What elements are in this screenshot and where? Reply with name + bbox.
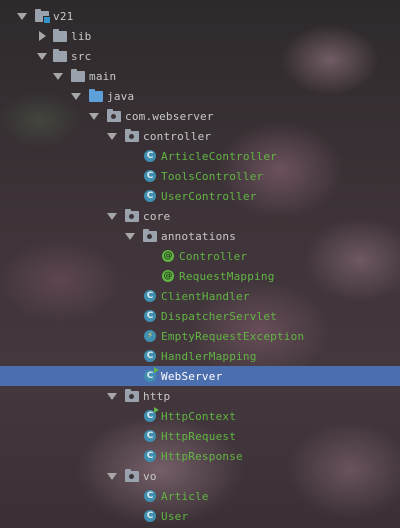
chevron-down-icon[interactable] <box>107 131 117 141</box>
tree-label: controller <box>143 129 212 143</box>
chevron-right-icon[interactable] <box>37 31 47 41</box>
tree-row-tools-controller[interactable]: C ToolsController <box>0 166 400 186</box>
source-folder-icon <box>89 89 103 103</box>
chevron-down-icon[interactable] <box>37 51 47 61</box>
package-icon <box>143 229 157 243</box>
tree-row-handler-mapping[interactable]: C HandlerMapping <box>0 346 400 366</box>
class-icon: C <box>143 449 157 463</box>
chevron-down-icon[interactable] <box>107 391 117 401</box>
tree-row-http-response[interactable]: C HttpResponse <box>0 446 400 466</box>
tree-row-annotations[interactable]: annotations <box>0 226 400 246</box>
tree-label: HttpContext <box>161 409 237 423</box>
chevron-down-icon[interactable] <box>107 471 117 481</box>
tree-label: WebServer <box>161 369 223 383</box>
tree-row-controller-annotation[interactable]: @ Controller <box>0 246 400 266</box>
chevron-down-icon[interactable] <box>71 91 81 101</box>
tree-row-java[interactable]: java <box>0 86 400 106</box>
package-icon <box>125 389 139 403</box>
tree-row-http[interactable]: http <box>0 386 400 406</box>
tree-label: RequestMapping <box>179 269 275 283</box>
tree-row-web-server[interactable]: C WebServer <box>0 366 400 386</box>
tree-row-http-request[interactable]: C HttpRequest <box>0 426 400 446</box>
tree-row-controller[interactable]: controller <box>0 126 400 146</box>
tree-label: http <box>143 389 171 403</box>
tree-label: annotations <box>161 229 237 243</box>
module-folder-icon <box>35 9 51 24</box>
class-icon: C <box>143 309 157 323</box>
tree-label: UserController <box>161 189 257 203</box>
tree-label: ArticleController <box>161 149 277 163</box>
tree-label: ToolsController <box>161 169 264 183</box>
tree-label: Article <box>161 489 209 503</box>
exception-class-icon: ⚡ <box>143 329 157 343</box>
chevron-down-icon[interactable] <box>89 111 99 121</box>
runnable-class-icon: C <box>143 367 159 383</box>
tree-row-src[interactable]: src <box>0 46 400 66</box>
project-tree[interactable]: v21 lib src main java com.webserver cont… <box>0 0 400 528</box>
tree-label: vo <box>143 469 157 483</box>
class-icon: C <box>143 509 157 523</box>
class-icon: C <box>143 349 157 363</box>
package-icon <box>125 469 139 483</box>
tree-label: HttpResponse <box>161 449 243 463</box>
class-icon: C <box>143 169 157 183</box>
annotation-icon: @ <box>162 250 174 262</box>
tree-label: User <box>161 509 189 523</box>
runnable-class-icon: C <box>143 407 159 423</box>
tree-row-com-webserver[interactable]: com.webserver <box>0 106 400 126</box>
tree-label: java <box>107 89 135 103</box>
tree-label: core <box>143 209 171 223</box>
tree-row-empty-request-exception[interactable]: ⚡ EmptyRequestException <box>0 326 400 346</box>
class-icon: C <box>143 149 157 163</box>
tree-row-main[interactable]: main <box>0 66 400 86</box>
tree-label: com.webserver <box>125 109 214 123</box>
folder-icon <box>53 29 67 43</box>
tree-row-v21[interactable]: v21 <box>0 6 400 26</box>
class-icon: C <box>143 429 157 443</box>
chevron-down-icon[interactable] <box>125 231 135 241</box>
tree-label: main <box>89 69 117 83</box>
tree-label: v21 <box>53 9 74 23</box>
tree-row-article-controller[interactable]: C ArticleController <box>0 146 400 166</box>
chevron-down-icon[interactable] <box>107 211 117 221</box>
class-icon: C <box>143 489 157 503</box>
tree-row-dispatcher-servlet[interactable]: C DispatcherServlet <box>0 306 400 326</box>
tree-label: HandlerMapping <box>161 349 257 363</box>
tree-label: src <box>71 49 92 63</box>
annotation-icon: @ <box>162 270 174 282</box>
folder-icon <box>71 69 85 83</box>
tree-label: DispatcherServlet <box>161 309 277 323</box>
package-icon <box>125 129 139 143</box>
package-icon <box>125 209 139 223</box>
package-icon <box>107 109 121 123</box>
tree-row-lib[interactable]: lib <box>0 26 400 46</box>
tree-row-client-handler[interactable]: C ClientHandler <box>0 286 400 306</box>
tree-row-request-mapping[interactable]: @ RequestMapping <box>0 266 400 286</box>
tree-label: lib <box>71 29 92 43</box>
chevron-down-icon[interactable] <box>17 11 27 21</box>
tree-row-core[interactable]: core <box>0 206 400 226</box>
tree-label: HttpRequest <box>161 429 237 443</box>
tree-label: ClientHandler <box>161 289 250 303</box>
folder-icon <box>53 49 67 63</box>
tree-row-http-context[interactable]: C HttpContext <box>0 406 400 426</box>
tree-row-article[interactable]: C Article <box>0 486 400 506</box>
tree-row-user-controller[interactable]: C UserController <box>0 186 400 206</box>
chevron-down-icon[interactable] <box>53 71 63 81</box>
tree-row-vo[interactable]: vo <box>0 466 400 486</box>
tree-label: EmptyRequestException <box>161 329 305 343</box>
tree-row-user[interactable]: C User <box>0 506 400 526</box>
class-icon: C <box>143 289 157 303</box>
tree-label: Controller <box>179 249 248 263</box>
class-icon: C <box>143 189 157 203</box>
